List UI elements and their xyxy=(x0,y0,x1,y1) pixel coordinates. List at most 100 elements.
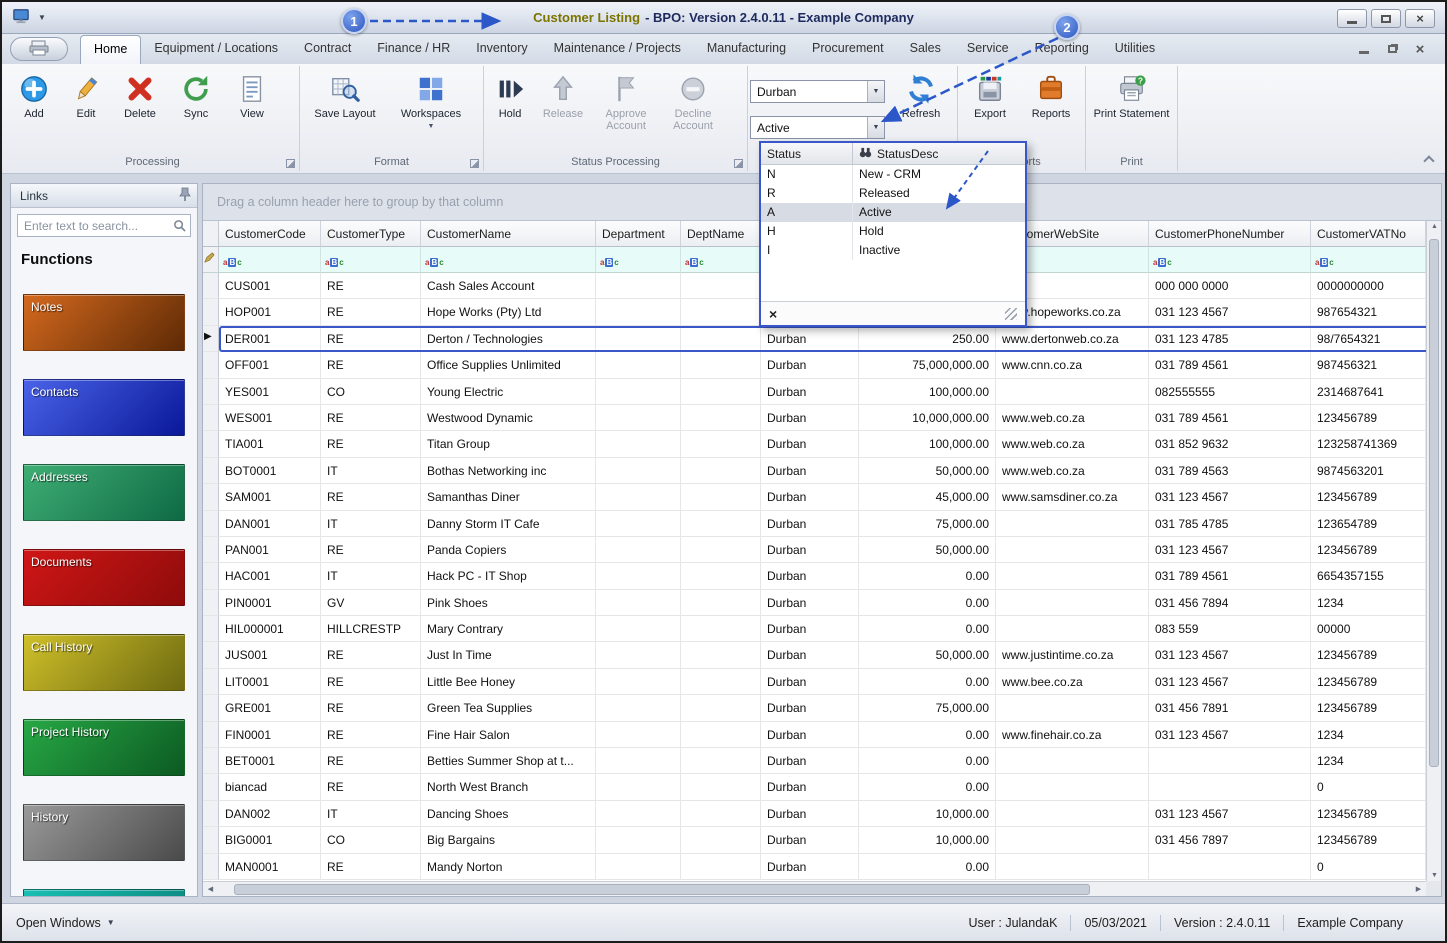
table-row-PIN0001[interactable]: PIN0001 GV Pink Shoes Durban 0.00 031 456 789… xyxy=(203,589,1441,617)
table-row-DAN002[interactable]: DAN002 IT Dancing Shoes Durban 10,000.00 031 … xyxy=(203,800,1441,828)
filter-cell-customercode[interactable]: aBc xyxy=(219,247,321,273)
column-header-customername[interactable]: CustomerName xyxy=(421,221,596,247)
dropdown-column-status[interactable]: Status xyxy=(761,143,853,164)
tab-utilities[interactable]: Utilities xyxy=(1102,35,1168,64)
filter-cell-customerphonenumber[interactable]: aBc xyxy=(1149,247,1311,273)
close-button[interactable]: × xyxy=(1405,9,1435,28)
function-contacts[interactable]: Contacts xyxy=(23,379,185,436)
function-documents[interactable]: Documents xyxy=(23,549,185,606)
tab-equipment-locations[interactable]: Equipment / Locations xyxy=(141,35,291,64)
minimize-button[interactable] xyxy=(1337,9,1367,28)
status-filter-dropdown-icon[interactable]: ▼ xyxy=(867,117,884,138)
pin-icon[interactable] xyxy=(179,187,191,204)
table-row-GRE001[interactable]: GRE001 RE Green Tea Supplies Durban 75,000.0… xyxy=(203,695,1441,722)
mdi-minimize-button[interactable] xyxy=(1353,40,1375,58)
table-row-MAN0001[interactable]: MAN0001 RE Mandy Norton Durban 0.00 0 xyxy=(203,853,1441,880)
horizontal-scrollbar[interactable]: ◀ ▶ xyxy=(203,881,1426,896)
column-header-customertype[interactable]: CustomerType xyxy=(321,221,421,247)
approve-account-button[interactable]: Approve Account xyxy=(592,68,660,132)
edit-button[interactable]: Edit xyxy=(60,68,112,120)
tab-contract[interactable]: Contract xyxy=(291,35,364,64)
table-row-YES001[interactable]: YES001 CO Young Electric Durban 100,000.00 08… xyxy=(203,378,1441,405)
table-row-HIL000001[interactable]: HIL000001 HILLCRESTP Mary Contrary Durban 0.… xyxy=(203,616,1441,643)
workspaces-button[interactable]: Workspaces ▼ xyxy=(388,68,474,133)
table-row-DER001[interactable]: ▶ DER001 RE Derton / Technologies Durban 250.… xyxy=(203,325,1441,353)
status-option-N[interactable]: N New - CRM xyxy=(761,165,1025,184)
tab-manufacturing[interactable]: Manufacturing xyxy=(694,35,799,64)
table-row-SAM001[interactable]: SAM001 RE Samanthas Diner Durban 45,000.00 ww… xyxy=(203,484,1441,511)
column-header-customercode[interactable]: CustomerCode xyxy=(219,221,321,247)
open-windows-button[interactable]: Open Windows ▼ xyxy=(16,916,115,930)
table-row-JUS001[interactable]: JUS001 RE Just In Time Durban 50,000.00 www.j… xyxy=(203,642,1441,669)
column-header-customerphonenumber[interactable]: CustomerPhoneNumber xyxy=(1149,221,1311,247)
function-more[interactable] xyxy=(23,889,185,896)
dialog-launcher-icon[interactable] xyxy=(734,159,743,168)
view-button[interactable]: View xyxy=(224,68,280,120)
table-row-WES001[interactable]: WES001 RE Westwood Dynamic Durban 10,000,000… xyxy=(203,404,1441,432)
tab-maintenance-projects[interactable]: Maintenance / Projects xyxy=(541,35,694,64)
site-filter-combo[interactable]: Durban ▼ xyxy=(750,80,885,103)
resize-grip-icon[interactable] xyxy=(1005,307,1017,320)
application-button[interactable] xyxy=(10,37,68,61)
table-row-PAN001[interactable]: PAN001 RE Panda Copiers Durban 50,000.00 031 … xyxy=(203,536,1441,564)
vertical-scrollbar[interactable]: ▲ ▼ xyxy=(1426,221,1441,881)
function-history[interactable]: History xyxy=(23,804,185,861)
scrollbar-thumb[interactable] xyxy=(234,883,1091,895)
status-option-R[interactable]: R Released xyxy=(761,184,1025,203)
function-project-history[interactable]: Project History xyxy=(23,719,185,776)
dialog-launcher-icon[interactable] xyxy=(286,159,295,168)
release-button[interactable]: Release xyxy=(534,68,592,120)
tab-reporting[interactable]: Reporting xyxy=(1022,35,1102,64)
tab-procurement[interactable]: Procurement xyxy=(799,35,897,64)
table-row-DAN001[interactable]: DAN001 IT Danny Storm IT Cafe Durban 75,000.… xyxy=(203,510,1441,537)
filter-cell-department[interactable]: aBc xyxy=(596,247,681,273)
table-row-BOT0001[interactable]: BOT0001 IT Bothas Networking inc Durban 50,0… xyxy=(203,457,1441,485)
table-row-BET0001[interactable]: BET0001 RE Betties Summer Shop at t... Durb… xyxy=(203,748,1441,775)
print-statement-button[interactable]: ? Print Statement xyxy=(1090,68,1174,120)
tab-service[interactable]: Service xyxy=(954,35,1022,64)
scrollbar-thumb[interactable] xyxy=(1429,239,1439,767)
status-filter-combo[interactable]: Active ▼ xyxy=(750,116,885,139)
function-addresses[interactable]: Addresses xyxy=(23,464,185,521)
dropdown-column-statusdesc[interactable]: StatusDesc xyxy=(853,143,1025,164)
dialog-launcher-icon[interactable] xyxy=(470,159,479,168)
filter-cell-customervatno[interactable]: aBc xyxy=(1311,247,1426,273)
function-notes[interactable]: Notes xyxy=(23,294,185,351)
filter-cell-customername[interactable]: aBc xyxy=(421,247,596,273)
mdi-close-button[interactable]: × xyxy=(1409,40,1431,58)
table-row-TIA001[interactable]: TIA001 RE Titan Group Durban 100,000.00 www.w… xyxy=(203,431,1441,458)
refresh-button[interactable]: Refresh xyxy=(890,68,952,120)
status-option-A[interactable]: A Active xyxy=(761,203,1025,222)
filter-cell-deptname[interactable]: aBc xyxy=(681,247,761,273)
status-option-H[interactable]: H Hold xyxy=(761,222,1025,241)
maximize-button[interactable] xyxy=(1371,9,1401,28)
hold-button[interactable]: Hold xyxy=(486,68,534,120)
search-input[interactable] xyxy=(17,214,191,237)
collapse-ribbon-icon[interactable] xyxy=(1423,155,1435,167)
table-row-biancad[interactable]: biancad RE North West Branch Durban 0.00 0 xyxy=(203,774,1441,801)
reports-button[interactable]: Reports xyxy=(1020,68,1082,120)
column-header-deptname[interactable]: DeptName xyxy=(681,221,761,247)
status-option-I[interactable]: I Inactive xyxy=(761,241,1025,260)
save-layout-button[interactable]: Save Layout xyxy=(302,68,388,120)
mdi-restore-button[interactable] xyxy=(1381,40,1403,58)
add-button[interactable]: Add xyxy=(8,68,60,120)
search-icon[interactable] xyxy=(173,219,186,235)
column-header-department[interactable]: Department xyxy=(596,221,681,247)
delete-button[interactable]: Delete xyxy=(112,68,168,120)
table-row-HAC001[interactable]: HAC001 IT Hack PC - IT Shop Durban 0.00 031 7… xyxy=(203,563,1441,590)
quick-access-dropdown-icon[interactable]: ▼ xyxy=(38,13,46,22)
table-row-FIN0001[interactable]: FIN0001 RE Fine Hair Salon Durban 0.00 www.fi… xyxy=(203,721,1441,749)
column-header-customervatno[interactable]: CustomerVATNo xyxy=(1311,221,1426,247)
filter-cell-customertype[interactable]: aBc xyxy=(321,247,421,273)
tab-inventory[interactable]: Inventory xyxy=(463,35,540,64)
tab-finance-hr[interactable]: Finance / HR xyxy=(364,35,463,64)
clear-filter-button[interactable]: × xyxy=(769,307,777,321)
tab-home[interactable]: Home xyxy=(80,35,142,64)
table-row-LIT0001[interactable]: LIT0001 RE Little Bee Honey Durban 0.00 www.b… xyxy=(203,668,1441,696)
table-row-BIG0001[interactable]: BIG0001 CO Big Bargains Durban 10,000.00 031 … xyxy=(203,827,1441,854)
function-call-history[interactable]: Call History xyxy=(23,634,185,691)
table-row-OFF001[interactable]: OFF001 RE Office Supplies Unlimited Durban 7… xyxy=(203,352,1441,379)
export-button[interactable]: Export xyxy=(960,68,1020,120)
sync-button[interactable]: Sync xyxy=(168,68,224,120)
